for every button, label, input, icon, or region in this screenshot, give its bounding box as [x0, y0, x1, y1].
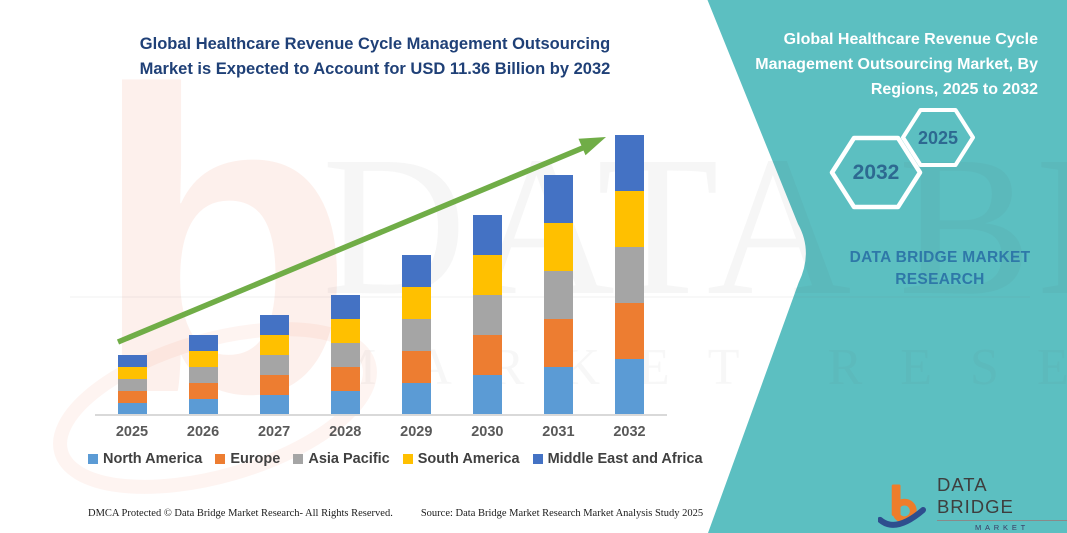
bar-segment-asia-pacific: [260, 355, 289, 375]
bar-segment-asia-pacific: [473, 295, 502, 335]
bar-segment-europe: [331, 367, 360, 391]
x-axis-label-2029: 2029: [381, 424, 451, 440]
bar-segment-south-america: [189, 351, 218, 367]
bar-2025: [118, 355, 147, 415]
bar-2028: [331, 295, 360, 415]
bar-segment-europe: [189, 383, 218, 399]
bar-segment-north-america: [260, 395, 289, 415]
bar-segment-south-america: [402, 287, 431, 319]
logo-subtitle: MARKET RESEARCH: [937, 523, 1067, 533]
legend-label: North America: [103, 451, 202, 467]
bar-segment-asia-pacific: [189, 367, 218, 383]
bar-segment-europe: [473, 335, 502, 375]
legend-swatch: [293, 454, 303, 464]
legend-item-south-america: South America: [403, 451, 520, 467]
bar-segment-middle-east-and-africa: [260, 315, 289, 335]
bar-segment-middle-east-and-africa: [473, 215, 502, 255]
bar-segment-middle-east-and-africa: [331, 295, 360, 319]
bar-2032: [615, 135, 644, 415]
bar-segment-south-america: [544, 223, 573, 271]
infographic-page: b DATA BRIDGE MARKET RESEARCH Global Hea…: [0, 0, 1067, 533]
brand-caption-line2: RESEARCH: [840, 269, 1040, 291]
bar-segment-middle-east-and-africa: [189, 335, 218, 351]
x-axis-label-2030: 2030: [452, 424, 522, 440]
bar-2030: [473, 215, 502, 415]
bar-segment-europe: [402, 351, 431, 383]
x-axis-label-2025: 2025: [97, 424, 167, 440]
x-axis-label-2026: 2026: [168, 424, 238, 440]
bar-segment-asia-pacific: [402, 319, 431, 351]
legend-swatch: [215, 454, 225, 464]
brand-caption: DATA BRIDGE MARKET RESEARCH: [840, 247, 1040, 290]
bar-segment-south-america: [473, 255, 502, 295]
x-axis-label-2032: 2032: [594, 424, 664, 440]
logo-text: DATA BRIDGE MARKET RESEARCH: [937, 474, 1067, 533]
bar-segment-north-america: [544, 367, 573, 415]
bar-segment-asia-pacific: [615, 247, 644, 303]
year-badges: 2032 2025: [820, 100, 1000, 215]
legend-swatch: [88, 454, 98, 464]
x-axis-label-2028: 2028: [310, 424, 380, 440]
legend-swatch: [403, 454, 413, 464]
x-axis-line: [95, 414, 667, 416]
dmca-notice: DMCA Protected © Data Bridge Market Rese…: [88, 508, 393, 519]
legend-item-middle-east-and-africa: Middle East and Africa: [533, 451, 703, 467]
bar-segment-middle-east-and-africa: [615, 135, 644, 191]
brand-caption-line1: DATA BRIDGE MARKET: [840, 247, 1040, 269]
bar-segment-middle-east-and-africa: [402, 255, 431, 287]
bar-segment-south-america: [260, 335, 289, 355]
bar-segment-europe: [118, 391, 147, 403]
logo-name: DATA BRIDGE: [937, 474, 1067, 521]
legend-item-north-america: North America: [88, 451, 202, 467]
bar-segment-north-america: [473, 375, 502, 415]
bar-segment-north-america: [331, 391, 360, 415]
bar-segment-middle-east-and-africa: [544, 175, 573, 223]
bar-segment-middle-east-and-africa: [118, 355, 147, 367]
bar-segment-europe: [615, 303, 644, 359]
bar-2029: [402, 255, 431, 415]
badge-2025-label: 2025: [918, 128, 958, 148]
panel-title: Global Healthcare Revenue Cycle Manageme…: [708, 28, 1038, 102]
bar-2031: [544, 175, 573, 415]
x-axis-label-2027: 2027: [239, 424, 309, 440]
bar-2027: [260, 315, 289, 415]
bar-segment-asia-pacific: [118, 379, 147, 391]
bar-segment-europe: [544, 319, 573, 367]
badge-2032-label: 2032: [853, 161, 900, 184]
bar-2026: [189, 335, 218, 415]
legend-item-europe: Europe: [215, 451, 280, 467]
legend-label: Europe: [230, 451, 280, 467]
footer: DMCA Protected © Data Bridge Market Rese…: [88, 508, 703, 519]
legend-label: South America: [418, 451, 520, 467]
data-bridge-logo-icon: [878, 482, 929, 533]
bar-segment-north-america: [615, 359, 644, 415]
legend-swatch: [533, 454, 543, 464]
chart-legend: North America Europe Asia Pacific South Ame…: [88, 451, 688, 467]
bar-segment-asia-pacific: [331, 343, 360, 367]
bar-segment-north-america: [189, 399, 218, 415]
bar-segment-asia-pacific: [544, 271, 573, 319]
bar-segment-europe: [260, 375, 289, 395]
legend-item-asia-pacific: Asia Pacific: [293, 451, 389, 467]
legend-label: Middle East and Africa: [548, 451, 703, 467]
data-bridge-logo: DATA BRIDGE MARKET RESEARCH: [878, 474, 1067, 533]
bar-segment-north-america: [402, 383, 431, 415]
x-axis-label-2031: 2031: [523, 424, 593, 440]
legend-label: Asia Pacific: [308, 451, 389, 467]
bar-segment-south-america: [331, 319, 360, 343]
source-note: Source: Data Bridge Market Research Mark…: [421, 508, 703, 519]
bar-segment-south-america: [615, 191, 644, 247]
bar-segment-south-america: [118, 367, 147, 379]
